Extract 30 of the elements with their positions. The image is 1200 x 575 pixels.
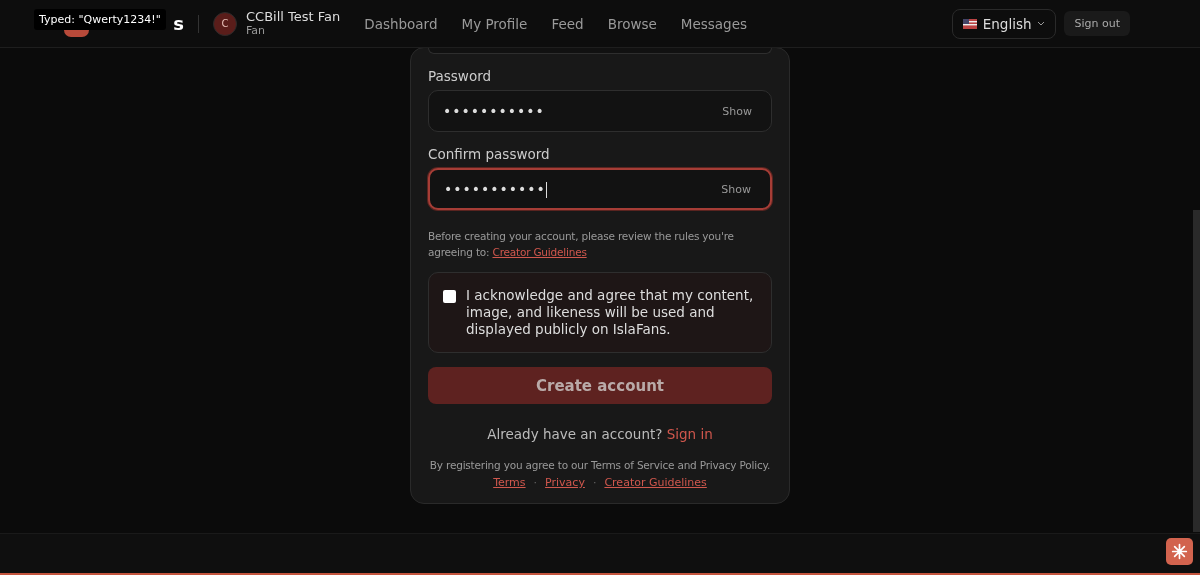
sign-in-link[interactable]: Sign in <box>666 426 713 442</box>
typed-tooltip: Typed: "Qwerty1234!" <box>34 9 166 30</box>
show-password-button[interactable]: Show <box>716 103 758 119</box>
password-field[interactable]: ••••••••••• Show <box>428 168 772 210</box>
field-label: Confirm password <box>428 146 551 162</box>
language-select[interactable]: English <box>951 8 1057 39</box>
sign-out-button[interactable]: Sign out <box>1064 11 1130 36</box>
legal-link[interactable]: Creator Guidelines <box>604 476 707 489</box>
guidelines-link[interactable]: Creator Guidelines <box>492 246 587 258</box>
legal-link[interactable]: Terms <box>493 476 526 489</box>
nav-link[interactable]: My Profile <box>449 15 540 32</box>
signin-prompt: Already have an account? Sign in <box>486 426 714 442</box>
nav-link[interactable]: Feed <box>539 15 596 32</box>
field-label: Password <box>428 68 493 84</box>
show-password-button[interactable]: Show <box>715 181 757 197</box>
create-account-button[interactable]: Create account <box>428 367 772 404</box>
legal-link[interactable]: Privacy <box>545 476 585 489</box>
user-name: CCBill Test Fan <box>246 10 341 25</box>
consent-text: I acknowledge and agree that my content, image, and likeness will be used and displayed publicly on IslaFans. <box>466 287 755 338</box>
guidelines-notice: Before creating your account, please review the rules you're agreeing to: Creator Guidelines <box>428 229 735 260</box>
logo-text: s <box>173 13 184 34</box>
nav-link[interactable]: Dashboard <box>352 15 450 32</box>
password-field[interactable]: ••••••••••• Show <box>428 90 772 132</box>
separator-dot: · <box>592 476 597 489</box>
user-avatar: C <box>213 11 237 36</box>
nav-link[interactable]: Browse <box>595 15 669 32</box>
legal-text: By registering you agree to our Terms of Service and Privacy Policy. <box>428 459 772 471</box>
separator-dot: · <box>533 476 538 489</box>
nav-link[interactable]: Messages <box>668 15 759 32</box>
user-role: Fan <box>246 24 267 37</box>
